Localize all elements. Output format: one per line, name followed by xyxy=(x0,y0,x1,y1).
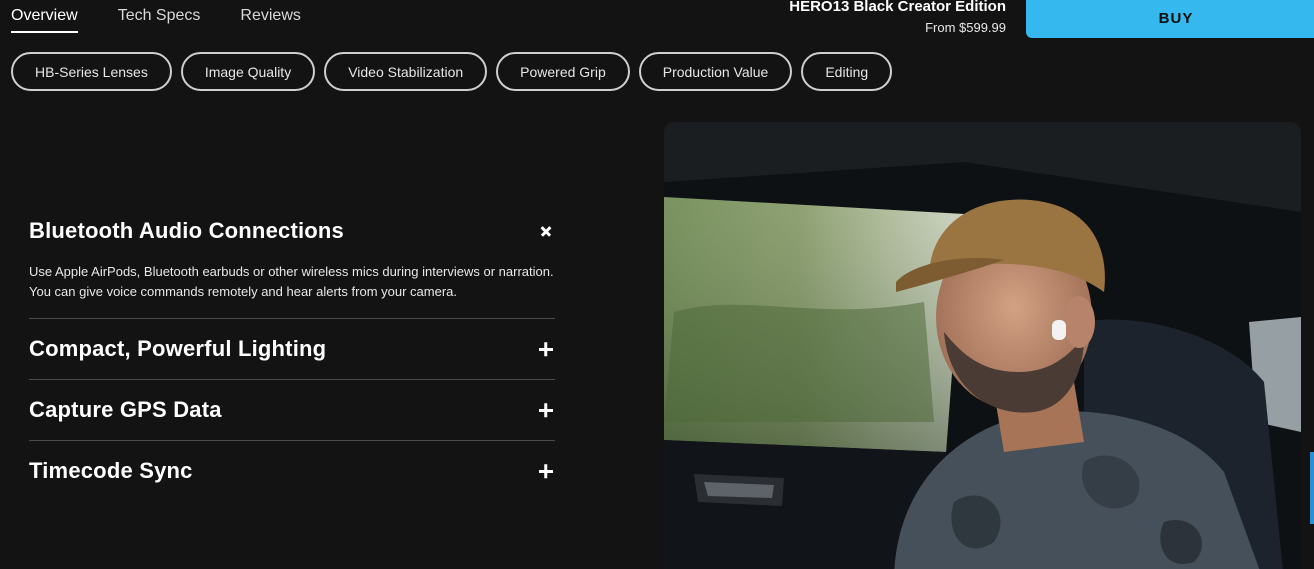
product-price: From $599.99 xyxy=(925,20,1006,35)
plus-icon[interactable] xyxy=(537,340,555,358)
pill-hb-series-lenses[interactable]: HB-Series Lenses xyxy=(11,52,172,91)
accordion-item-gps: Capture GPS Data xyxy=(29,380,555,441)
section-tabs: Overview Tech Specs Reviews xyxy=(11,6,301,33)
accordion-header[interactable]: Capture GPS Data xyxy=(29,391,555,429)
feature-video[interactable] xyxy=(664,122,1301,569)
accordion-item-timecode: Timecode Sync xyxy=(29,441,555,501)
tab-overview[interactable]: Overview xyxy=(11,6,78,33)
video-frame xyxy=(664,122,1301,569)
pill-powered-grip[interactable]: Powered Grip xyxy=(496,52,630,91)
accordion-item-bluetooth-audio: Bluetooth Audio Connections Use Apple Ai… xyxy=(29,212,555,319)
pill-production-value[interactable]: Production Value xyxy=(638,52,793,91)
accordion-title: Timecode Sync xyxy=(29,458,193,483)
accordion-title: Compact, Powerful Lighting xyxy=(29,336,327,361)
accordion-item-lighting: Compact, Powerful Lighting xyxy=(29,319,555,380)
pill-image-quality[interactable]: Image Quality xyxy=(180,52,316,91)
close-icon[interactable] xyxy=(537,222,555,240)
tab-reviews[interactable]: Reviews xyxy=(240,6,300,33)
buy-button[interactable]: BUY xyxy=(1026,0,1314,38)
plus-icon[interactable] xyxy=(537,462,555,480)
accordion-title: Capture GPS Data xyxy=(29,397,222,422)
product-name: HERO13 Black Creator Edition xyxy=(789,0,1006,15)
pill-video-stabilization[interactable]: Video Stabilization xyxy=(324,52,488,91)
feature-pills: HB-Series Lenses Image Quality Video Sta… xyxy=(11,52,893,91)
pill-editing[interactable]: Editing xyxy=(801,52,893,91)
tab-tech-specs[interactable]: Tech Specs xyxy=(118,6,201,33)
product-summary: HERO13 Black Creator Edition From $599.9… xyxy=(789,0,1006,36)
plus-icon[interactable] xyxy=(537,401,555,419)
accordion-title: Bluetooth Audio Connections xyxy=(29,218,344,243)
scroll-indicator xyxy=(1310,452,1314,524)
accordion-body: Use Apple AirPods, Bluetooth earbuds or … xyxy=(29,264,554,299)
accordion-header[interactable]: Compact, Powerful Lighting xyxy=(29,330,555,368)
feature-accordion: Bluetooth Audio Connections Use Apple Ai… xyxy=(29,212,555,501)
accordion-header[interactable]: Bluetooth Audio Connections xyxy=(29,212,555,250)
accordion-header[interactable]: Timecode Sync xyxy=(29,452,555,490)
